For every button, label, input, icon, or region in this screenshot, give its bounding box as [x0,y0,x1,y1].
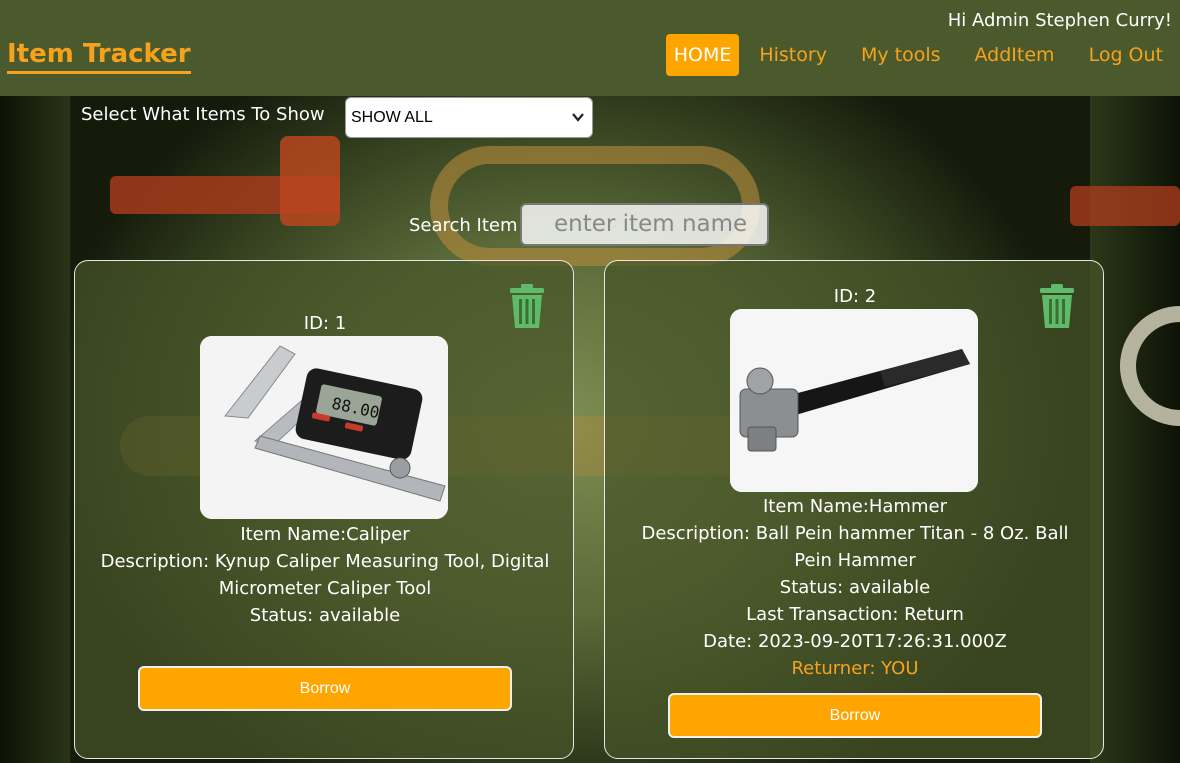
navbar: Item Tracker Hi Admin Stephen Curry! HOM… [0,0,1180,96]
caliper-image: 88.00 [200,336,448,519]
item-last-transaction: Last Transaction: Return [746,604,964,625]
item-returner: Returner: YOU [791,658,919,679]
item-status: Status: available [249,605,401,626]
item-name: Item Name:Hammer [763,496,947,517]
nav-my-tools[interactable]: My tools [847,34,955,76]
item-details: Item Name:Caliper Description: Kynup Cal… [95,521,555,629]
item-id: ID: 2 [833,286,877,307]
item-description: Description: Ball Pein hammer Titan - 8 … [641,523,1069,571]
nav-log-out[interactable]: Log Out [1075,34,1177,76]
nav-add-item[interactable]: AddItem [961,34,1069,76]
hammer-image [730,309,978,492]
item-name: Item Name:Caliper [240,524,410,545]
filter-selected-value: SHOW ALL [351,109,433,126]
item-card: ID: 1 88.00 Item Name:Caliper Descriptio… [74,260,574,759]
item-description: Description: Kynup Caliper Measuring Too… [100,551,550,599]
filter-label: Select What Items To Show [81,104,325,125]
brand-title[interactable]: Item Tracker [7,38,191,74]
item-id: ID: 1 [303,313,347,334]
item-status: Status: available [779,577,931,598]
borrow-button[interactable]: Borrow [668,693,1042,738]
borrow-button[interactable]: Borrow [138,666,512,711]
search-label: Search Item [409,215,518,236]
nav-home[interactable]: HOME [665,34,740,76]
chevron-down-icon [572,98,584,153]
item-date: Date: 2023-09-20T17:26:31.000Z [703,631,1007,652]
item-card: ID: 2 Item Name:Hammer Description: Ball… [604,260,1104,759]
user-greeting: Hi Admin Stephen Curry! [947,10,1172,31]
item-details: Item Name:Hammer Description: Ball Pein … [625,493,1085,682]
search-input[interactable]: enter item name [520,203,769,246]
nav-menu: HOME History My tools AddItem Log Out [663,34,1180,76]
nav-history[interactable]: History [745,34,841,76]
filter-select[interactable]: SHOW ALL [345,97,593,138]
